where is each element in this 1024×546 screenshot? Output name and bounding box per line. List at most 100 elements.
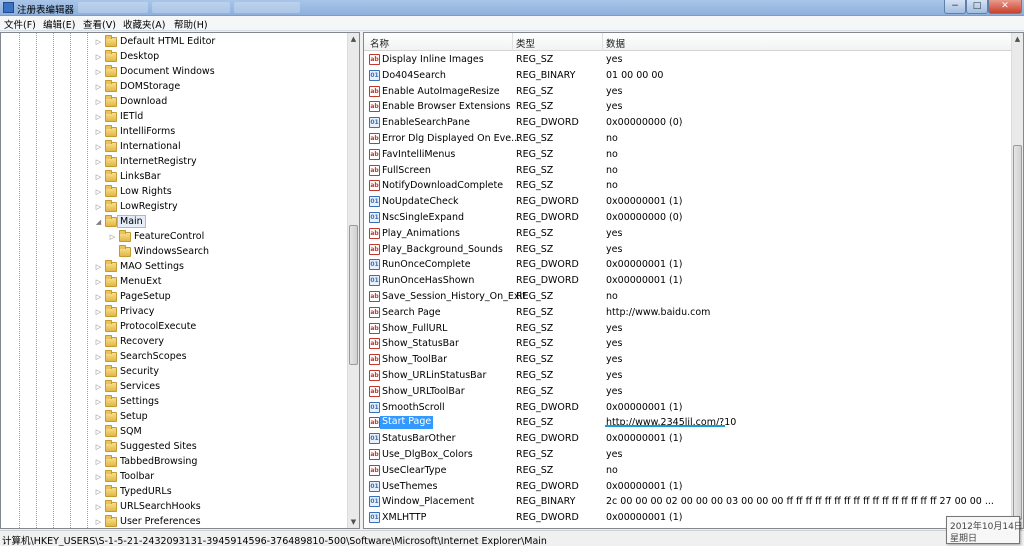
value-row[interactable]: ab Show_FullURL REG_SZ yes <box>364 321 1011 336</box>
collapsed-arrow-icon[interactable]: ▷ <box>94 502 103 512</box>
value-type: REG_DWORD <box>516 401 579 413</box>
collapsed-arrow-icon[interactable]: ▷ <box>94 382 103 392</box>
value-data: 0x00000001 (1) <box>606 275 683 287</box>
collapsed-arrow-icon[interactable]: ▷ <box>94 427 103 437</box>
menu-edit[interactable]: 编辑(E) <box>43 17 75 31</box>
scroll-up-arrow-icon[interactable]: ▲ <box>1012 33 1023 45</box>
close-button[interactable]: ✕ <box>988 0 1022 14</box>
collapsed-arrow-icon[interactable]: ▷ <box>94 337 103 347</box>
collapsed-arrow-icon[interactable]: ▷ <box>94 517 103 527</box>
expanded-arrow-icon[interactable]: ◢ <box>94 217 103 227</box>
scroll-down-arrow-icon[interactable]: ▼ <box>348 516 359 528</box>
value-row[interactable]: 01 XMLHTTP REG_DWORD 0x00000001 (1) <box>364 510 1011 525</box>
menu-view[interactable]: 查看(V) <box>83 17 116 31</box>
menu-favorites[interactable]: 收藏夹(A) <box>123 17 165 31</box>
title-bar[interactable]: 注册表编辑器 − □ ✕ <box>0 0 1024 16</box>
value-row[interactable]: 01 RunOnceHasShown REG_DWORD 0x00000001 (1) <box>364 273 1011 288</box>
string-value-icon: ab <box>369 85 380 97</box>
column-header-name[interactable]: 名称 <box>370 36 389 50</box>
collapsed-arrow-icon[interactable]: ▷ <box>94 127 103 137</box>
value-row[interactable]: 01 EnableSearchPane REG_DWORD 0x00000000 (0… <box>364 115 1011 130</box>
value-row[interactable]: 01 Do404Search REG_BINARY 01 00 00 00 <box>364 68 1011 83</box>
window-title: 注册表编辑器 <box>17 5 75 16</box>
minimize-button[interactable]: − <box>944 0 966 14</box>
column-header-type[interactable]: 类型 <box>516 36 535 50</box>
value-name: UseThemes <box>382 480 438 492</box>
value-row[interactable]: 01 UseThemes REG_DWORD 0x00000001 (1) <box>364 479 1011 494</box>
value-type: REG_SZ <box>516 148 554 160</box>
collapsed-arrow-icon[interactable]: ▷ <box>94 292 103 302</box>
maximize-button[interactable]: □ <box>966 0 988 14</box>
value-row[interactable]: 01 SmoothScroll REG_DWORD 0x00000001 (1) <box>364 400 1011 415</box>
value-row[interactable]: ab NotifyDownloadComplete REG_SZ no <box>364 178 1011 193</box>
collapsed-arrow-icon[interactable]: ▷ <box>94 187 103 197</box>
value-row[interactable]: ab Show_StatusBar REG_SZ yes <box>364 336 1011 351</box>
scrollbar-thumb[interactable] <box>1013 145 1022 520</box>
value-row[interactable]: ab FavIntelliMenus REG_SZ no <box>364 147 1011 162</box>
value-row[interactable]: ab Play_Animations REG_SZ yes <box>364 226 1011 241</box>
value-name: NotifyDownloadComplete <box>382 180 504 192</box>
value-row[interactable]: 01 StatusBarOther REG_DWORD 0x00000001 (1) <box>364 431 1011 446</box>
value-row[interactable]: ab Show_URLinStatusBar REG_SZ yes <box>364 368 1011 383</box>
value-data: 01 00 00 00 <box>606 69 664 81</box>
collapsed-arrow-icon[interactable]: ▷ <box>94 277 103 287</box>
collapsed-arrow-icon[interactable]: ▷ <box>94 457 103 467</box>
string-value-icon: ab <box>369 354 380 366</box>
value-row[interactable]: ab Error Dlg Displayed On Eve... REG_SZ no <box>364 131 1011 146</box>
value-row[interactable]: ab Show_URLToolBar REG_SZ yes <box>364 384 1011 399</box>
collapsed-arrow-icon[interactable]: ▷ <box>94 142 103 152</box>
registry-key-tree[interactable]: ▷ Default HTML Editor ▷ Desktop ▷ Document Wi… <box>0 32 360 529</box>
value-row[interactable]: ab Use_DlgBox_Colors REG_SZ yes <box>364 447 1011 462</box>
list-vertical-scrollbar[interactable]: ▲ ▼ <box>1011 33 1023 528</box>
value-row[interactable]: ab Start Page REG_SZ http://www.2345lil.com… <box>364 415 1011 430</box>
collapsed-arrow-icon[interactable]: ▷ <box>94 157 103 167</box>
collapsed-arrow-icon[interactable]: ▷ <box>94 472 103 482</box>
column-divider[interactable] <box>602 33 603 51</box>
value-row[interactable]: ab Enable Browser Extensions REG_SZ yes <box>364 99 1011 114</box>
collapsed-arrow-icon[interactable]: ▷ <box>94 442 103 452</box>
value-row[interactable]: 01 Window_Placement REG_BINARY 2c 00 00 00 … <box>364 494 1011 509</box>
collapsed-arrow-icon[interactable]: ▷ <box>94 262 103 272</box>
scrollbar-thumb[interactable] <box>349 225 358 365</box>
column-divider[interactable] <box>512 33 513 51</box>
value-row[interactable]: ab Enable AutoImageResize REG_SZ yes <box>364 84 1011 99</box>
collapsed-arrow-icon[interactable]: ▷ <box>94 487 103 497</box>
value-row[interactable]: 01 RunOnceComplete REG_DWORD 0x00000001 (1) <box>364 257 1011 272</box>
tree-vertical-scrollbar[interactable]: ▲ ▼ <box>347 33 359 528</box>
value-row[interactable]: ab Save_Session_History_On_Exit REG_SZ no <box>364 289 1011 304</box>
registry-values-list[interactable]: 名称 类型 数据 ab Display Inline Images REG_SZ ye… <box>363 32 1024 529</box>
value-row[interactable]: 01 NoUpdateCheck REG_DWORD 0x00000001 (1) <box>364 194 1011 209</box>
collapsed-arrow-icon[interactable]: ▷ <box>94 322 103 332</box>
value-row[interactable]: ab Show_ToolBar REG_SZ yes <box>364 352 1011 367</box>
collapsed-arrow-icon[interactable]: ▷ <box>94 82 103 92</box>
collapsed-arrow-icon[interactable]: ▷ <box>94 397 103 407</box>
collapsed-arrow-icon[interactable]: ▷ <box>94 202 103 212</box>
collapsed-arrow-icon[interactable]: ▷ <box>94 97 103 107</box>
binary-value-icon: 01 <box>369 196 380 208</box>
tree-item-label: Download <box>120 96 168 107</box>
collapsed-arrow-icon[interactable]: ▷ <box>94 67 103 77</box>
column-header-data[interactable]: 数据 <box>606 36 625 50</box>
collapsed-arrow-icon[interactable]: ▷ <box>94 307 103 317</box>
tree-item-label: Recovery <box>120 336 165 347</box>
value-row[interactable]: ab Display Inline Images REG_SZ yes <box>364 52 1011 67</box>
value-row[interactable]: ab Search Page REG_SZ http://www.baidu.com <box>364 305 1011 320</box>
collapsed-arrow-icon[interactable]: ▷ <box>94 172 103 182</box>
menu-file[interactable]: 文件(F) <box>4 17 36 31</box>
collapsed-arrow-icon[interactable]: ▷ <box>94 37 103 47</box>
collapsed-arrow-icon[interactable]: ▷ <box>94 112 103 122</box>
tree-item-label: Low Rights <box>120 186 172 197</box>
collapsed-arrow-icon[interactable]: ▷ <box>94 367 103 377</box>
collapsed-arrow-icon[interactable]: ▷ <box>94 352 103 362</box>
menu-help[interactable]: 帮助(H) <box>174 17 208 31</box>
collapsed-arrow-icon[interactable]: ▷ <box>94 52 103 62</box>
value-row[interactable]: ab Play_Background_Sounds REG_SZ yes <box>364 242 1011 257</box>
collapsed-arrow-icon[interactable]: ▷ <box>94 412 103 422</box>
string-value-icon: ab <box>369 101 380 113</box>
value-row[interactable]: ab UseClearType REG_SZ no <box>364 463 1011 478</box>
value-data: 0x00000001 (1) <box>606 512 683 524</box>
collapsed-arrow-icon[interactable]: ▷ <box>108 232 117 242</box>
value-row[interactable]: 01 NscSingleExpand REG_DWORD 0x00000000 (0) <box>364 210 1011 225</box>
scroll-up-arrow-icon[interactable]: ▲ <box>348 33 359 45</box>
value-row[interactable]: ab FullScreen REG_SZ no <box>364 163 1011 178</box>
